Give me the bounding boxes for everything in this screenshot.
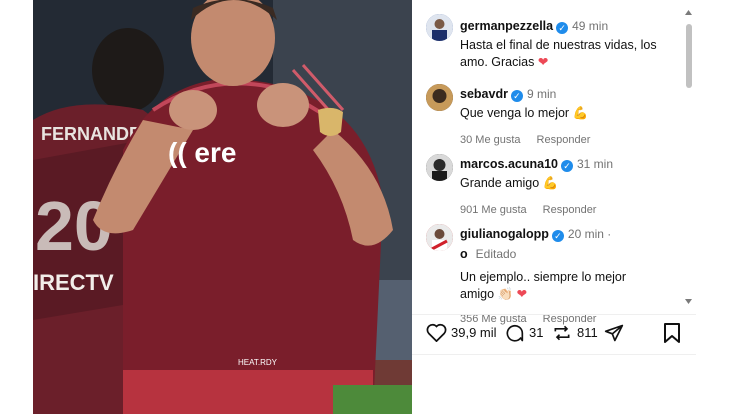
commenter-avatar-image xyxy=(426,84,453,111)
verified-icon: ✓ xyxy=(556,22,569,34)
comment-username[interactable]: sebavdr xyxy=(460,87,508,101)
comment-text-line-1: Un ejemplo.. siempre lo mejor xyxy=(460,270,627,284)
svg-text:(( ere: (( ere xyxy=(168,137,236,168)
comment-username-wrap[interactable]: o xyxy=(460,247,468,261)
reply-button[interactable]: Responder xyxy=(537,134,591,146)
post-actions-bar: 39,9 mil 31 811 xyxy=(412,314,696,355)
commenter-avatar[interactable] xyxy=(426,224,453,251)
comment-icon[interactable] xyxy=(504,323,524,343)
repost-icon[interactable] xyxy=(552,323,572,343)
comment-likes[interactable]: 901 Me gusta xyxy=(460,204,527,216)
comment-item: marcos.acuna10 ✓ 31 min Grande amigo 💪 901… xyxy=(460,155,738,216)
caption-line-1: Hasta el final de nuestras vidas, los xyxy=(460,38,657,52)
comment-item: sebavdr ✓ 9 min Que venga lo mejor 💪 30 Me… xyxy=(460,85,738,146)
comments-count[interactable]: 31 xyxy=(529,325,543,340)
caption-line-2: amo. Gracias xyxy=(460,55,535,69)
save-bookmark-icon[interactable] xyxy=(664,323,680,343)
author-username[interactable]: germanpezzella xyxy=(460,19,553,33)
comment-text: Que venga lo mejor xyxy=(460,106,570,120)
post-caption: germanpezzella ✓ 49 min Hasta el final de … xyxy=(460,17,700,71)
comments-scrollbar[interactable] xyxy=(684,8,693,308)
verified-icon: ✓ xyxy=(560,160,573,172)
comment-emoji: 👏🏻 ❤ xyxy=(497,287,528,301)
page-margin xyxy=(696,0,738,414)
reply-button[interactable]: Responder xyxy=(543,204,597,216)
commenter-avatar-image xyxy=(426,154,453,181)
heart-emoji: ❤ xyxy=(537,55,549,69)
likes-count[interactable]: 39,9 mil xyxy=(451,325,497,340)
comment-username[interactable]: giulianogalopp xyxy=(460,227,549,241)
caption-text: Hasta el final de nuestras vidas, los am… xyxy=(460,37,700,71)
scroll-down-icon[interactable] xyxy=(684,298,693,306)
post-photo: FERNANDE 20 IRECTV (( ere HEAT.RDY xyxy=(33,0,412,414)
comment-time: 20 min · xyxy=(567,227,612,241)
comment-time: 31 min xyxy=(576,157,614,171)
svg-text:IRECTV: IRECTV xyxy=(33,270,114,295)
share-icon[interactable] xyxy=(604,323,624,343)
edited-label: Editado xyxy=(475,247,517,261)
commenter-avatar[interactable] xyxy=(426,154,453,181)
reposts-count[interactable]: 811 xyxy=(577,325,598,340)
commenter-avatar[interactable] xyxy=(426,84,453,111)
player-photo-illustration: FERNANDE 20 IRECTV (( ere HEAT.RDY xyxy=(33,0,412,414)
comment-text: Grande amigo xyxy=(460,176,540,190)
comment-emoji: 💪 xyxy=(572,106,589,120)
svg-text:FERNANDE: FERNANDE xyxy=(41,124,141,144)
comment-text-line-2: amigo xyxy=(460,287,495,301)
comment-likes[interactable]: 30 Me gusta xyxy=(460,134,521,146)
comment-username[interactable]: marcos.acuna10 xyxy=(460,157,558,171)
scrollbar-thumb[interactable] xyxy=(686,24,692,88)
comment-item: giulianogalopp ✓ 20 min · o Editado Un ejem… xyxy=(460,225,738,325)
like-icon[interactable] xyxy=(426,323,447,342)
commenter-avatar-image xyxy=(426,224,453,251)
post-time: 49 min xyxy=(572,19,609,33)
scroll-up-icon[interactable] xyxy=(684,8,693,16)
verified-icon: ✓ xyxy=(551,230,564,242)
comment-time: 9 min xyxy=(526,87,557,101)
comment-input-area xyxy=(412,354,696,415)
author-avatar[interactable] xyxy=(426,14,453,41)
verified-icon: ✓ xyxy=(510,90,523,102)
author-avatar-image xyxy=(426,14,453,41)
comment-emoji: 💪 xyxy=(542,176,559,190)
svg-text:HEAT.RDY: HEAT.RDY xyxy=(238,358,278,367)
